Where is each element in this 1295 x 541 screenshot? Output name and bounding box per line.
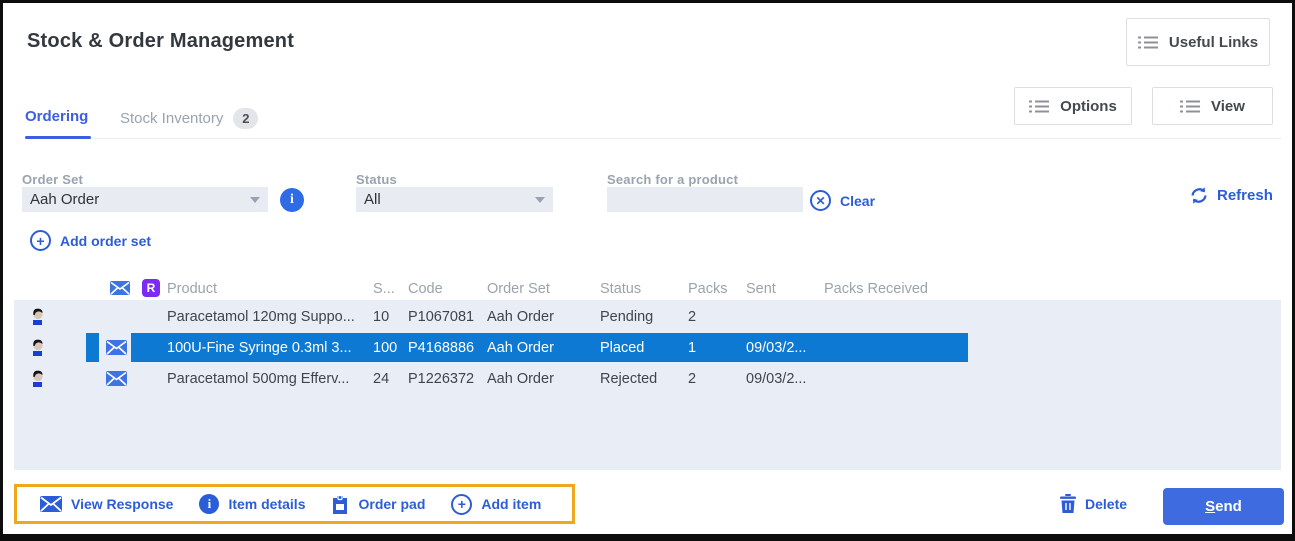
chevron-down-icon bbox=[250, 197, 260, 203]
order-set-value: Aah Order bbox=[30, 191, 250, 208]
column-header-size[interactable]: S... bbox=[373, 281, 395, 297]
cell-order-set: Aah Order bbox=[487, 309, 600, 325]
list-icon bbox=[1180, 99, 1200, 114]
tab-stock-inventory-label: Stock Inventory bbox=[120, 110, 223, 127]
status-label: Status bbox=[356, 172, 397, 187]
cell-packs: 1 bbox=[688, 340, 746, 356]
cell-code: P1067081 bbox=[408, 309, 487, 325]
row-envelope-icon[interactable] bbox=[104, 333, 129, 362]
person-icon bbox=[30, 369, 45, 387]
cell-status: Rejected bbox=[600, 371, 688, 387]
cell-code: P4168886 bbox=[408, 340, 487, 356]
send-button[interactable]: Send bbox=[1163, 488, 1284, 525]
order-pad-icon bbox=[331, 495, 349, 514]
cell-size: 24 bbox=[373, 371, 408, 387]
header-envelope-icon[interactable] bbox=[110, 281, 130, 295]
list-icon bbox=[1138, 35, 1158, 50]
order-set-info-icon[interactable]: i bbox=[280, 188, 304, 212]
options-button[interactable]: Options bbox=[1014, 87, 1132, 125]
row-envelope-icon[interactable] bbox=[104, 364, 129, 393]
column-header-packs[interactable]: Packs bbox=[688, 281, 728, 297]
refresh-label: Refresh bbox=[1217, 187, 1273, 204]
item-details-label: Item details bbox=[228, 496, 305, 512]
add-item-label: Add item bbox=[481, 496, 541, 512]
status-value: All bbox=[364, 191, 535, 208]
table-row[interactable]: Paracetamol 500mg Efferv... 24 P1226372 … bbox=[14, 364, 1281, 393]
item-details-button[interactable]: i Item details bbox=[199, 494, 305, 514]
column-header-sent[interactable]: Sent bbox=[746, 281, 776, 297]
cell-size: 100 bbox=[373, 340, 408, 356]
clear-x-icon: ✕ bbox=[810, 190, 831, 211]
order-pad-button[interactable]: Order pad bbox=[331, 495, 425, 514]
cell-status: Pending bbox=[600, 309, 688, 325]
delete-label: Delete bbox=[1085, 496, 1127, 512]
cell-packs: 2 bbox=[688, 309, 746, 325]
table-row-selected[interactable]: 100U-Fine Syringe 0.3ml 3... 100 P416888… bbox=[14, 333, 1281, 362]
row-indicator bbox=[86, 333, 99, 362]
page-title: Stock & Order Management bbox=[27, 30, 294, 53]
stock-inventory-count-badge: 2 bbox=[233, 108, 258, 129]
stock-order-management-window: Stock & Order Management Useful Links Op… bbox=[0, 0, 1295, 541]
envelope-icon bbox=[40, 496, 62, 512]
refresh-button[interactable]: Refresh bbox=[1190, 186, 1273, 205]
column-header-status[interactable]: Status bbox=[600, 281, 641, 297]
tab-ordering[interactable]: Ordering bbox=[25, 108, 88, 125]
row-envelope-cell bbox=[104, 302, 129, 331]
cell-sent: 09/03/2... bbox=[746, 371, 824, 387]
view-button[interactable]: View bbox=[1152, 87, 1273, 125]
options-label: Options bbox=[1060, 98, 1117, 115]
search-input[interactable] bbox=[607, 187, 803, 212]
add-item-button[interactable]: + Add item bbox=[451, 494, 541, 515]
cell-sent: 09/03/2... bbox=[746, 340, 824, 356]
chevron-down-icon bbox=[535, 197, 545, 203]
plus-circle-icon: + bbox=[30, 230, 51, 251]
table-row[interactable]: Paracetamol 120mg Suppo... 10 P1067081 A… bbox=[14, 302, 1281, 331]
cell-status: Placed bbox=[600, 340, 688, 356]
order-pad-label: Order pad bbox=[358, 496, 425, 512]
row-indicator bbox=[86, 364, 99, 393]
order-table: Paracetamol 120mg Suppo... 10 P1067081 A… bbox=[14, 300, 1281, 470]
list-icon bbox=[1029, 99, 1049, 114]
order-set-label: Order Set bbox=[22, 172, 83, 187]
search-label: Search for a product bbox=[607, 172, 738, 187]
column-header-code[interactable]: Code bbox=[408, 281, 443, 297]
view-response-button[interactable]: View Response bbox=[40, 496, 173, 512]
cell-packs: 2 bbox=[688, 371, 746, 387]
delete-button[interactable]: Delete bbox=[1060, 494, 1127, 513]
column-header-product[interactable]: Product bbox=[167, 281, 217, 297]
order-set-select[interactable]: Aah Order bbox=[22, 187, 268, 212]
column-header-packs-received[interactable]: Packs Received bbox=[824, 281, 928, 297]
view-response-label: View Response bbox=[71, 496, 173, 512]
active-tab-underline bbox=[25, 136, 91, 139]
cell-code: P1226372 bbox=[408, 371, 487, 387]
add-order-set-label: Add order set bbox=[60, 233, 151, 249]
plus-circle-icon: + bbox=[451, 494, 472, 515]
info-icon: i bbox=[199, 494, 219, 514]
status-select[interactable]: All bbox=[356, 187, 553, 212]
r-badge-icon[interactable]: R bbox=[142, 279, 160, 297]
person-icon bbox=[30, 338, 45, 356]
column-header-order-set[interactable]: Order Set bbox=[487, 281, 550, 297]
cell-product: 100U-Fine Syringe 0.3ml 3... bbox=[167, 340, 373, 356]
cell-order-set: Aah Order bbox=[487, 340, 600, 356]
refresh-icon bbox=[1190, 186, 1208, 205]
tab-divider bbox=[25, 138, 1281, 139]
useful-links-button[interactable]: Useful Links bbox=[1126, 18, 1270, 66]
cell-order-set: Aah Order bbox=[487, 371, 600, 387]
row-indicator bbox=[86, 302, 99, 331]
tab-stock-inventory[interactable]: Stock Inventory 2 bbox=[120, 108, 258, 129]
useful-links-label: Useful Links bbox=[1169, 34, 1258, 51]
person-icon bbox=[30, 307, 45, 325]
row-actions-toolbar: View Response i Item details Order pad +… bbox=[14, 484, 575, 524]
view-label: View bbox=[1211, 98, 1245, 115]
trash-icon bbox=[1060, 494, 1076, 513]
cell-product: Paracetamol 120mg Suppo... bbox=[167, 309, 373, 325]
clear-button[interactable]: ✕ Clear bbox=[810, 190, 875, 211]
add-order-set-button[interactable]: + Add order set bbox=[30, 230, 151, 251]
cell-product: Paracetamol 500mg Efferv... bbox=[167, 371, 373, 387]
cell-size: 10 bbox=[373, 309, 408, 325]
clear-label: Clear bbox=[840, 193, 875, 209]
